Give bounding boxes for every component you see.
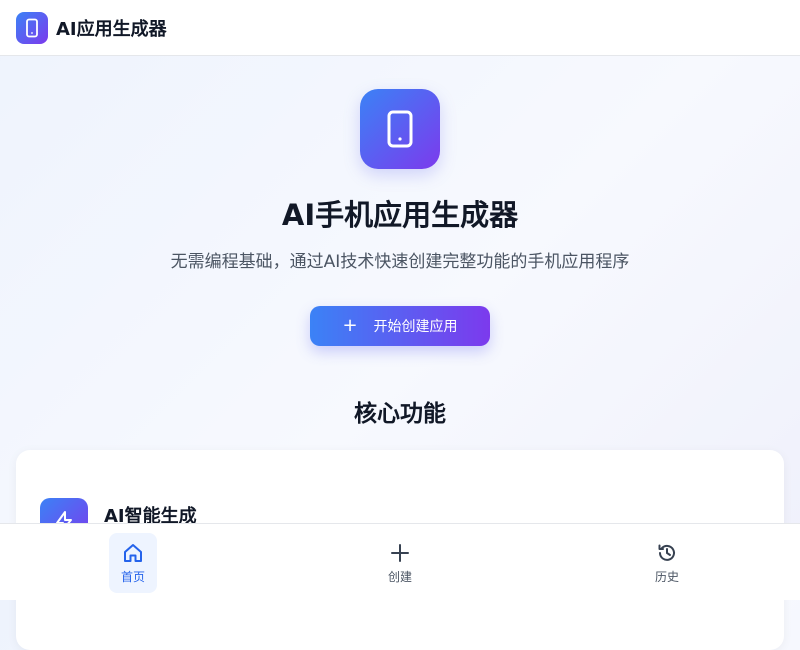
nav-label-home: 首页: [120, 569, 145, 584]
top-bar: AI应用生成器: [0, 0, 800, 56]
hero-title: AI手机应用生成器: [281, 198, 519, 232]
nav-label-create: 创建: [387, 569, 412, 584]
features-section-title: 核心功能: [354, 401, 446, 427]
app-logo[interactable]: [16, 11, 48, 44]
plus-icon: +: [342, 315, 358, 336]
nav-item-home[interactable]: 首页: [109, 533, 157, 593]
start-create-button[interactable]: + 开始创建应用: [310, 306, 490, 346]
home-icon: [124, 543, 142, 562]
app-title: AI应用生成器: [56, 18, 167, 40]
phone-icon: [387, 110, 413, 148]
hero-app-icon: [360, 89, 440, 169]
phone-icon: [26, 18, 38, 37]
history-icon: [658, 544, 675, 561]
nav-item-create[interactable]: 创建: [376, 533, 424, 593]
plus-icon: [391, 543, 409, 562]
nav-item-history[interactable]: 历史: [643, 533, 691, 593]
hero-subtitle: 无需编程基础，通过AI技术快速创建完整功能的手机应用程序: [170, 252, 630, 272]
bottom-nav: 首页 创建 历史: [0, 523, 800, 600]
start-create-label: 开始创建应用: [373, 319, 458, 335]
nav-label-history: 历史: [654, 569, 679, 584]
